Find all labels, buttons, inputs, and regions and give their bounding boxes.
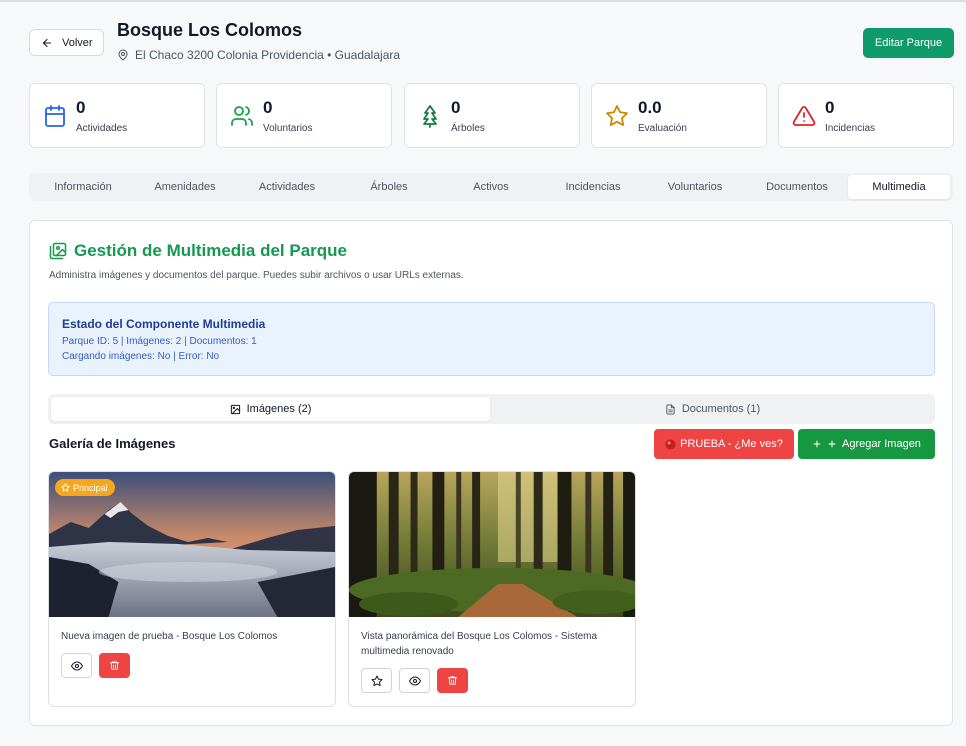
stat-card-voluntarios: 0 Voluntarios [216, 83, 392, 148]
subtab-documents-label: Documentos (1) [681, 403, 761, 415]
media-subtabs: Imágenes (2) Documentos (1) [48, 394, 935, 424]
eye-icon [70, 661, 83, 670]
tree-icon [423, 105, 437, 128]
stat-card-evaluacion: 0.0 Evaluación [591, 83, 767, 148]
top-border [0, 0, 966, 2]
add-image-button[interactable]: Agregar Imagen [798, 429, 935, 459]
stat-value: 0 [263, 98, 273, 117]
tab-amenidades[interactable]: Amenidades [134, 175, 236, 199]
main-image-badge: Principal [55, 479, 115, 496]
image-card: Principal Nueva imagen de prueba - Bosqu… [48, 471, 336, 707]
users-icon [231, 106, 253, 126]
plus-icon [828, 440, 836, 448]
set-main-image-button[interactable] [361, 668, 392, 693]
section-tabs: Información Amenidades Actividades Árbol… [29, 173, 953, 201]
stat-label: Árboles [451, 123, 485, 134]
subtab-images[interactable]: Imágenes (2) [51, 397, 490, 421]
stat-card-arboles: 0 Árboles [404, 83, 580, 148]
back-button-label: Volver [62, 36, 93, 49]
stat-value: 0 [76, 98, 86, 117]
test-button[interactable]: PRUEBA - ¿Me ves? [654, 429, 794, 459]
stat-value: 0 [451, 98, 461, 117]
image-caption: Nueva imagen de prueba - Bosque Los Colo… [61, 631, 278, 642]
tab-informacion[interactable]: Información [32, 175, 134, 199]
stat-value: 0.0 [638, 98, 662, 117]
image-caption: Vista panorámica del Bosque Los Colomos … [361, 631, 598, 657]
forest-photo[interactable] [349, 472, 635, 617]
trash-icon [447, 676, 458, 685]
address-text: El Chaco 3200 Colonia Providencia • Guad… [135, 48, 401, 62]
status-line-loading: Cargando imágenes: No | Error: No [62, 351, 220, 362]
star-icon [371, 675, 382, 686]
star-icon [61, 483, 70, 492]
image-icon [230, 404, 240, 414]
stat-label: Actividades [76, 123, 128, 134]
star-icon [606, 105, 628, 126]
park-address: El Chaco 3200 Colonia Providencia • Guad… [117, 48, 400, 62]
stat-card-actividades: 0 Actividades [29, 83, 205, 148]
stat-value: 0 [825, 98, 835, 117]
stat-label: Voluntarios [263, 123, 313, 134]
component-status-box: Estado del Componente Multimedia Parque … [48, 302, 935, 376]
trash-icon [109, 661, 120, 670]
edit-park-button[interactable]: Editar Parque [863, 28, 954, 58]
view-image-button[interactable] [61, 653, 92, 678]
tab-arboles[interactable]: Árboles [338, 175, 440, 199]
test-button-label: PRUEBA - ¿Me ves? [680, 438, 783, 450]
multimedia-panel: Gestión de Multimedia del Parque Adminis… [29, 220, 953, 726]
status-title: Estado del Componente Multimedia [62, 317, 266, 331]
calendar-icon [45, 105, 65, 127]
tab-voluntarios[interactable]: Voluntarios [644, 175, 746, 199]
section-title: Gestión de Multimedia del Parque [49, 241, 347, 261]
alert-triangle-icon [792, 106, 816, 126]
delete-image-button[interactable] [437, 668, 468, 693]
subtab-images-label: Imágenes (2) [246, 403, 312, 415]
subtab-documents[interactable]: Documentos (1) [493, 397, 932, 421]
tab-actividades[interactable]: Actividades [236, 175, 338, 199]
plus-icon [813, 440, 821, 448]
section-title-text: Gestión de Multimedia del Parque [74, 241, 347, 260]
status-line-ids: Parque ID: 5 | Imágenes: 2 | Documentos:… [62, 336, 257, 347]
view-image-button[interactable] [399, 668, 430, 693]
map-pin-icon [118, 49, 128, 61]
gallery-title: Galería de Imágenes [49, 436, 176, 451]
stat-label: Incidencias [825, 123, 876, 134]
badge-label: Principal [73, 482, 108, 493]
eye-icon [408, 676, 421, 685]
back-button[interactable]: Volver [29, 29, 104, 56]
tab-incidencias[interactable]: Incidencias [542, 175, 644, 199]
stat-label: Evaluación [638, 123, 687, 134]
tab-multimedia[interactable]: Multimedia [848, 175, 950, 199]
image-gallery-icon [49, 242, 67, 260]
add-image-label: Agregar Imagen [842, 438, 921, 450]
page-title: Bosque Los Colomos [117, 20, 303, 40]
stat-card-incidencias: 0 Incidencias [778, 83, 954, 148]
tab-activos[interactable]: Activos [440, 175, 542, 199]
red-circle-icon [665, 438, 676, 450]
tab-documentos[interactable]: Documentos [746, 175, 848, 199]
arrow-left-icon [42, 38, 52, 47]
delete-image-button[interactable] [99, 653, 130, 678]
section-description: Administra imágenes y documentos del par… [49, 270, 464, 281]
image-card: Vista panorámica del Bosque Los Colomos … [348, 471, 636, 707]
file-text-icon [666, 403, 675, 415]
